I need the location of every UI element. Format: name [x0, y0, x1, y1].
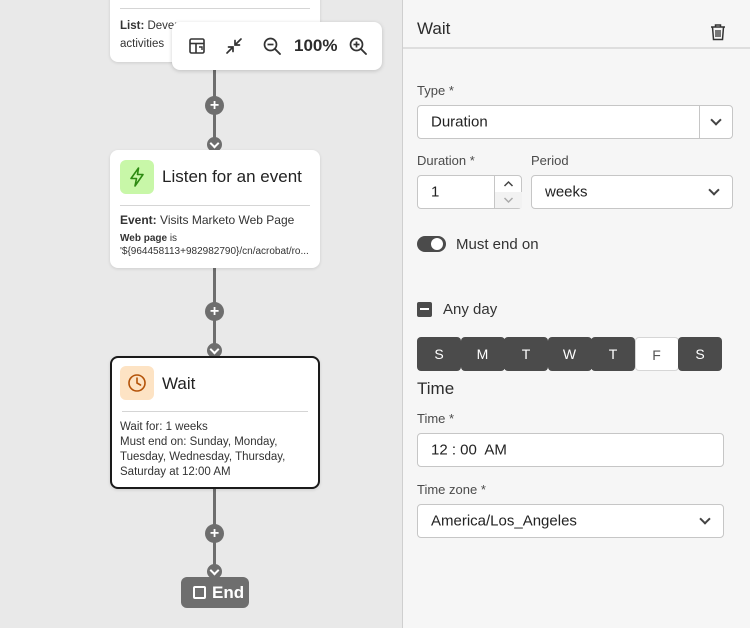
stepper-down-button[interactable]	[495, 192, 522, 208]
card-divider	[120, 205, 310, 206]
period-value: weeks	[545, 183, 588, 201]
wait-for-line: Wait for: 1 weeks	[120, 421, 208, 433]
lightning-icon	[120, 160, 154, 194]
add-step-button[interactable]: +	[205, 302, 224, 321]
listen-event-node-card[interactable]: Listen for an event Event: Visits Market…	[110, 150, 320, 268]
event-label: Event:	[120, 213, 157, 227]
card-divider	[122, 411, 308, 412]
panel-header: Wait	[403, 0, 750, 49]
zoom-out-icon[interactable]	[262, 36, 282, 56]
duration-label-text: Duration	[417, 153, 467, 168]
day-button-sunday[interactable]: S	[417, 337, 461, 371]
add-step-button[interactable]: +	[205, 524, 224, 543]
time-value: 12 : 00 AM	[431, 441, 507, 459]
list-label: List:	[120, 20, 145, 32]
day-button-monday[interactable]: M	[460, 337, 505, 371]
trash-icon[interactable]	[709, 23, 727, 41]
wait-node-card[interactable]: Wait Wait for: 1 weeks Must end on: Sund…	[110, 356, 320, 489]
square-icon	[193, 586, 206, 599]
duration-label: Duration *	[417, 153, 475, 168]
chevron-down-icon	[710, 114, 722, 126]
required-marker: *	[448, 83, 454, 98]
must-end-line: Must end on: Sunday, Monday,	[120, 436, 278, 448]
chevron-down-icon	[503, 197, 514, 204]
day-button-thursday[interactable]: T	[591, 337, 635, 371]
node-title: Wait	[162, 374, 196, 393]
duration-value: 1	[431, 183, 440, 201]
zoom-level: 100%	[294, 36, 338, 55]
chevron-up-icon	[503, 180, 514, 187]
must-end-label: Must end on	[456, 236, 539, 253]
timezone-select[interactable]: America/Los_Angeles	[417, 504, 724, 538]
journey-canvas[interactable]: + + + List: Dever activities 100% Listen…	[0, 0, 402, 628]
required-marker: *	[480, 482, 486, 497]
end-label: End	[212, 583, 245, 602]
webpage-line: Web page is '${964458113+982982790}/cn/a…	[120, 232, 309, 258]
end-node[interactable]: End	[181, 577, 249, 608]
node-title: Listen for an event	[162, 167, 302, 186]
wait-summary: Wait for: 1 weeks Must end on: Sunday, M…	[120, 420, 285, 480]
list-node-line: List: Dever	[120, 20, 178, 32]
day-button-tuesday[interactable]: T	[504, 337, 548, 371]
must-end-toggle[interactable]	[417, 236, 446, 252]
chevron-down-icon	[699, 513, 711, 525]
panel-title: Wait	[417, 19, 451, 38]
collapse-icon[interactable]	[224, 36, 244, 56]
day-button-wednesday[interactable]: W	[547, 337, 592, 371]
timezone-value: America/Los_Angeles	[431, 512, 577, 530]
any-day-label: Any day	[443, 301, 498, 318]
webpage-value: '${964458113+982982790}/cn/acrobat/ro...	[120, 246, 309, 257]
must-end-line: Saturday at 12:00 AM	[120, 466, 231, 478]
any-day-checkbox[interactable]	[417, 302, 432, 317]
type-label-text: Type	[417, 83, 446, 98]
clock-icon	[120, 366, 154, 400]
required-marker: *	[449, 411, 455, 426]
time-input[interactable]: 12 : 00 AM	[417, 433, 724, 467]
period-label: Period	[531, 153, 569, 168]
zoom-toolbar: 100%	[172, 22, 382, 70]
card-divider	[120, 8, 310, 9]
properties-panel: Wait Type * Duration Duration * 1 Period…	[402, 0, 750, 628]
type-value: Duration	[431, 113, 488, 131]
timezone-label-text: Time zone	[417, 482, 478, 497]
stepper-controls	[494, 176, 522, 208]
time-label: Time *	[417, 411, 454, 426]
duration-stepper[interactable]: 1	[417, 175, 522, 209]
time-heading: Time	[417, 379, 455, 398]
chevron-down-icon	[708, 184, 720, 196]
auto-arrange-icon[interactable]	[187, 36, 207, 56]
day-button-friday[interactable]: F	[634, 337, 679, 371]
event-line: Event: Visits Marketo Web Page	[120, 213, 294, 228]
select-divider	[699, 106, 700, 138]
time-label-text: Time	[417, 411, 446, 426]
stepper-up-button[interactable]	[495, 176, 522, 192]
timezone-label: Time zone *	[417, 482, 486, 497]
zoom-in-icon[interactable]	[348, 36, 368, 56]
required-marker: *	[469, 153, 475, 168]
period-select[interactable]: weeks	[531, 175, 733, 209]
type-label: Type *	[417, 83, 454, 98]
must-end-line: Tuesday, Wednesday, Thursday,	[120, 451, 286, 463]
webpage-label: Web page	[120, 233, 168, 244]
webpage-suffix: is	[169, 233, 178, 244]
day-button-saturday[interactable]: S	[678, 337, 722, 371]
type-select[interactable]: Duration	[417, 105, 733, 139]
event-value: Visits Marketo Web Page	[160, 213, 295, 227]
add-step-button[interactable]: +	[205, 96, 224, 115]
list-node-line: activities	[120, 38, 165, 50]
